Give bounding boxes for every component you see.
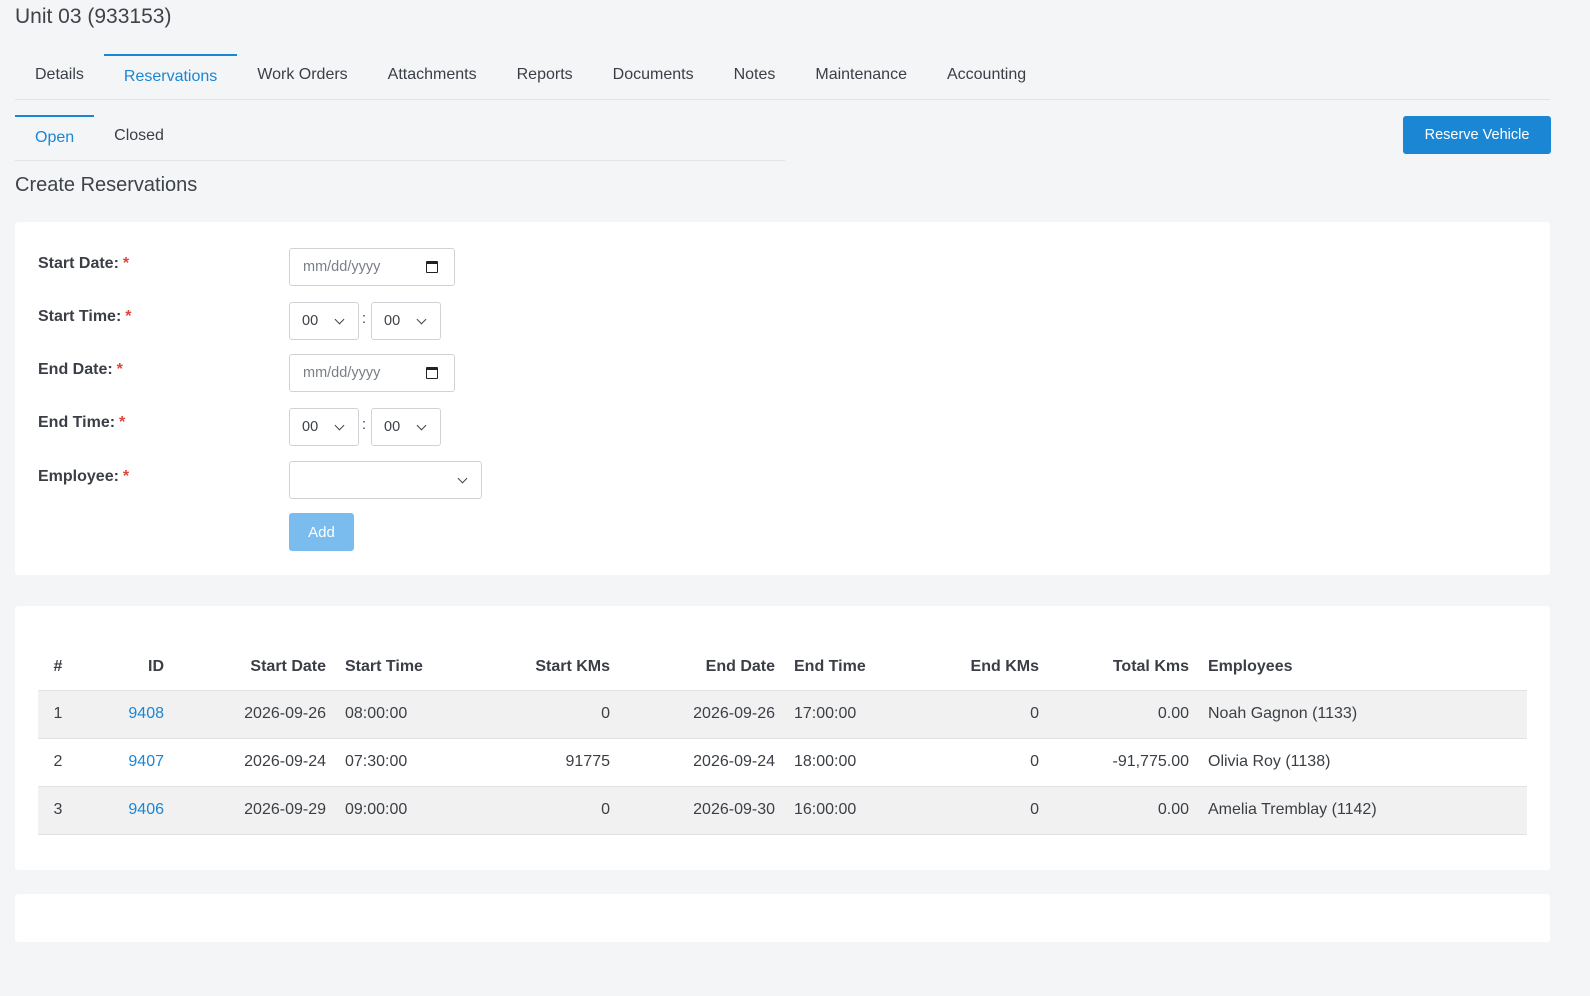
col-header-end-time[interactable]: End Time xyxy=(775,644,907,691)
employee-label: Employee: * xyxy=(38,468,130,485)
col-header-employees[interactable]: Employees xyxy=(1189,644,1527,691)
start-minute-select[interactable]: 00 xyxy=(371,302,441,340)
tab-notes[interactable]: Notes xyxy=(714,54,796,100)
chevron-down-icon xyxy=(457,473,468,484)
end-hour-select[interactable]: 00 xyxy=(289,408,359,446)
start-hour-select[interactable]: 00 xyxy=(289,302,359,340)
start-date-label: Start Date: * xyxy=(38,255,130,272)
reservation-id-link[interactable]: 9407 xyxy=(128,753,164,770)
calendar-icon[interactable] xyxy=(426,367,438,379)
subtab-closed[interactable]: Closed xyxy=(94,115,184,161)
main-tabs: Details Reservations Work Orders Attachm… xyxy=(15,54,1550,100)
reservations-table: # ID Start Date Start Time Start KMs End… xyxy=(38,644,1527,835)
table-header-row: # ID Start Date Start Time Start KMs End… xyxy=(38,644,1527,691)
col-header-num: # xyxy=(38,644,78,691)
empty-panel xyxy=(15,894,1550,942)
tab-maintenance[interactable]: Maintenance xyxy=(795,54,927,100)
end-date-placeholder: mm/dd/yyyy xyxy=(303,365,381,381)
reservation-status-tabs: Open Closed xyxy=(15,115,785,161)
page-title: Unit 03 (933153) xyxy=(15,5,172,28)
time-separator: : xyxy=(362,311,367,327)
reservation-id-link[interactable]: 9406 xyxy=(128,801,164,818)
reserve-vehicle-button[interactable]: Reserve Vehicle xyxy=(1403,116,1551,154)
table-row: 3 9406 2026-09-29 09:00:00 0 2026-09-30 … xyxy=(38,786,1527,835)
col-header-id[interactable]: ID xyxy=(78,644,164,691)
col-header-end-kms[interactable]: End KMs xyxy=(907,644,1039,691)
col-header-start-date[interactable]: Start Date xyxy=(164,644,326,691)
end-minute-select[interactable]: 00 xyxy=(371,408,441,446)
table-row: 1 9408 2026-09-26 08:00:00 0 2026-09-26 … xyxy=(38,690,1527,739)
time-separator: : xyxy=(362,417,367,433)
start-date-placeholder: mm/dd/yyyy xyxy=(303,259,381,275)
col-header-total-kms[interactable]: Total Kms xyxy=(1039,644,1189,691)
table-row: 2 9407 2026-09-24 07:30:00 91775 2026-09… xyxy=(38,738,1527,787)
chevron-down-icon xyxy=(334,420,345,431)
tab-reservations[interactable]: Reservations xyxy=(103,54,238,100)
chevron-down-icon xyxy=(334,314,345,325)
add-button[interactable]: Add xyxy=(289,513,354,551)
end-date-input[interactable]: mm/dd/yyyy xyxy=(289,354,455,392)
col-header-start-time[interactable]: Start Time xyxy=(326,644,464,691)
employee-select[interactable] xyxy=(289,461,482,499)
create-reservation-form: Start Date: * mm/dd/yyyy Start Time: * 00 … xyxy=(15,222,1550,575)
end-date-label: End Date: * xyxy=(38,361,123,378)
chevron-down-icon xyxy=(416,420,427,431)
col-header-end-date[interactable]: End Date xyxy=(610,644,775,691)
start-time-label: Start Time: * xyxy=(38,308,132,325)
end-time-label: End Time: * xyxy=(38,414,126,431)
tab-reports[interactable]: Reports xyxy=(497,54,593,100)
chevron-down-icon xyxy=(416,314,427,325)
col-header-start-kms[interactable]: Start KMs xyxy=(464,644,610,691)
calendar-icon[interactable] xyxy=(426,261,438,273)
reservations-table-card: # ID Start Date Start Time Start KMs End… xyxy=(15,606,1550,870)
reservation-id-link[interactable]: 9408 xyxy=(128,705,164,722)
tab-documents[interactable]: Documents xyxy=(593,54,714,100)
tab-work-orders[interactable]: Work Orders xyxy=(237,54,367,100)
tab-attachments[interactable]: Attachments xyxy=(368,54,497,100)
section-title: Create Reservations xyxy=(15,174,198,196)
tab-details[interactable]: Details xyxy=(15,54,104,100)
tab-accounting[interactable]: Accounting xyxy=(927,54,1046,100)
start-date-input[interactable]: mm/dd/yyyy xyxy=(289,248,455,286)
subtab-open[interactable]: Open xyxy=(15,115,95,161)
